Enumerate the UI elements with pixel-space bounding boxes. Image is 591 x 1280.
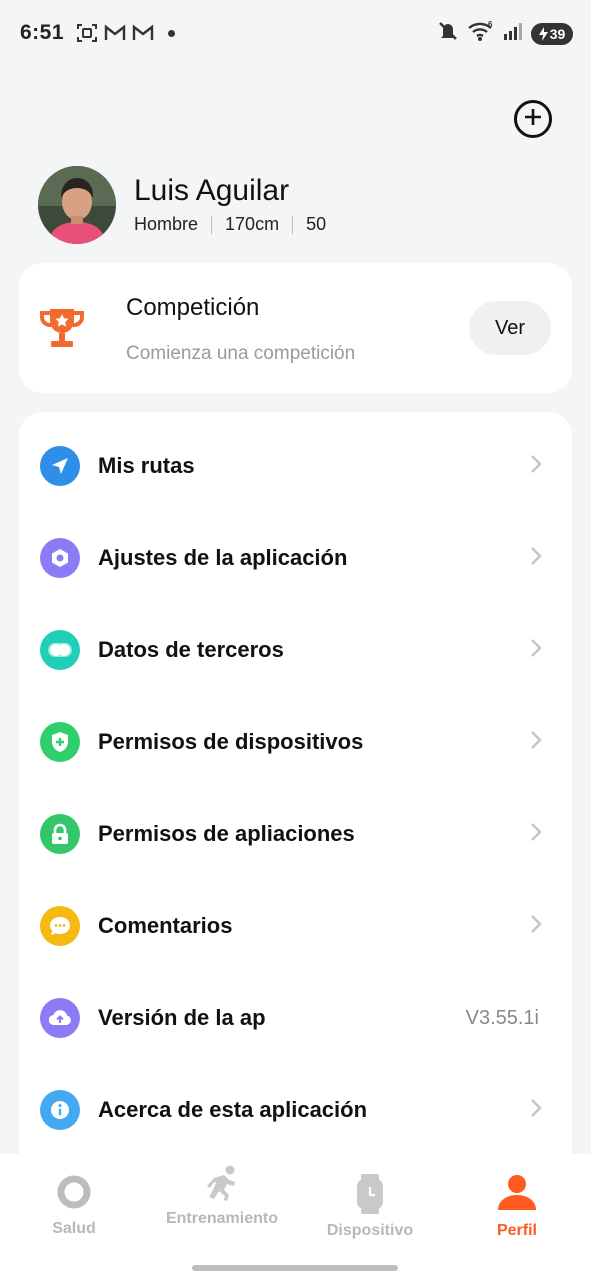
- add-button[interactable]: [514, 100, 552, 138]
- nav-label: Perfil: [496, 1222, 537, 1239]
- battery-level: 39: [549, 25, 566, 42]
- nav-label: Entrenamiento: [165, 1210, 278, 1227]
- status-system-icons: 6 39: [437, 20, 573, 47]
- competition-title: Competición: [126, 294, 260, 321]
- view-competition-button[interactable]: Ver: [469, 301, 551, 355]
- menu-item-label: Mis rutas: [98, 453, 195, 478]
- plus-circle-icon: [523, 107, 543, 132]
- menu-item-label: Permisos de apliaciones: [98, 821, 355, 846]
- competition-subtitle: Comienza una competición: [126, 343, 356, 364]
- menu-item-app-version[interactable]: Versión de la ap V3.55.1i: [19, 972, 572, 1064]
- divider: [211, 215, 213, 234]
- chevron-right-icon: [529, 545, 543, 572]
- menu-item-app-settings[interactable]: Ajustes de la aplicación: [19, 512, 572, 604]
- settings-menu: Mis rutas Ajustes de la aplicación Datos…: [19, 412, 572, 1172]
- competition-card[interactable]: Competición Comienza una competición Ver: [19, 263, 572, 393]
- chevron-right-icon: [529, 1097, 543, 1124]
- menu-item-label: Permisos de dispositivos: [98, 729, 364, 754]
- signal-icon: [503, 21, 523, 46]
- menu-item-app-permissions[interactable]: Permisos de apliaciones: [19, 788, 572, 880]
- lock-icon: [40, 814, 80, 854]
- toggle-icon: [40, 630, 80, 670]
- info-icon: [40, 1090, 80, 1130]
- profile-weight: 50: [306, 214, 327, 234]
- chevron-right-icon: [529, 453, 543, 480]
- ring-icon: [56, 1174, 92, 1215]
- shield-icon: [40, 722, 80, 762]
- trophy-icon: [39, 307, 85, 354]
- running-icon: [202, 1164, 242, 1207]
- watch-icon: [355, 1174, 385, 1219]
- divider: [292, 215, 294, 234]
- gmail-icon: [104, 24, 126, 42]
- battery-charging-icon: 39: [531, 22, 573, 45]
- nav-label: Salud: [52, 1220, 96, 1237]
- menu-item-mis-rutas[interactable]: Mis rutas: [19, 420, 572, 512]
- chat-icon: [40, 906, 80, 946]
- notification-dot: [168, 29, 176, 37]
- upload-cloud-icon: [40, 998, 80, 1038]
- screenshot-icon: [76, 23, 98, 43]
- menu-item-feedback[interactable]: Comentarios: [19, 880, 572, 972]
- person-icon: [496, 1174, 538, 1217]
- profile-stats: Hombre 170cm 50: [134, 214, 326, 235]
- chevron-right-icon: [529, 913, 543, 940]
- status-notification-icons: [76, 23, 176, 43]
- menu-item-third-party-data[interactable]: Datos de terceros: [19, 604, 572, 696]
- profile-gender: Hombre: [134, 214, 199, 234]
- send-icon: [40, 446, 80, 486]
- avatar[interactable]: [38, 166, 116, 244]
- home-indicator: [192, 1265, 398, 1271]
- menu-item-label: Ajustes de la aplicación: [98, 545, 348, 570]
- bottom-navigation: Salud Entrenamiento Dispositivo Perfil: [0, 1154, 591, 1280]
- menu-item-label: Comentarios: [98, 913, 233, 938]
- gmail-icon: [132, 24, 154, 42]
- nav-tab-dispositivo[interactable]: Dispositivo: [296, 1154, 444, 1254]
- chevron-right-icon: [529, 821, 543, 848]
- svg-text:6: 6: [488, 20, 493, 29]
- chevron-right-icon: [529, 729, 543, 756]
- settings-icon: [40, 538, 80, 578]
- nav-tab-perfil[interactable]: Perfil: [443, 1154, 591, 1254]
- profile-name: Luis Aguilar: [134, 174, 290, 207]
- menu-item-about[interactable]: Acerca de esta aplicación: [19, 1064, 572, 1156]
- menu-item-device-permissions[interactable]: Permisos de dispositivos: [19, 696, 572, 788]
- status-bar: 6:51 6 39: [0, 0, 591, 66]
- menu-item-label: Acerca de esta aplicación: [98, 1097, 368, 1122]
- app-version-value: V3.55.1i: [465, 1006, 539, 1029]
- status-time: 6:51: [20, 21, 65, 44]
- menu-item-label: Versión de la ap: [98, 1005, 266, 1030]
- nav-label: Dispositivo: [326, 1222, 414, 1239]
- profile-height: 170cm: [225, 214, 280, 234]
- menu-item-label: Datos de terceros: [98, 637, 284, 662]
- mute-icon: [437, 20, 459, 47]
- nav-tab-salud[interactable]: Salud: [0, 1154, 148, 1254]
- chevron-right-icon: [529, 637, 543, 664]
- nav-tab-entrenamiento[interactable]: Entrenamiento: [148, 1154, 296, 1254]
- wifi-6-icon: 6: [467, 20, 495, 47]
